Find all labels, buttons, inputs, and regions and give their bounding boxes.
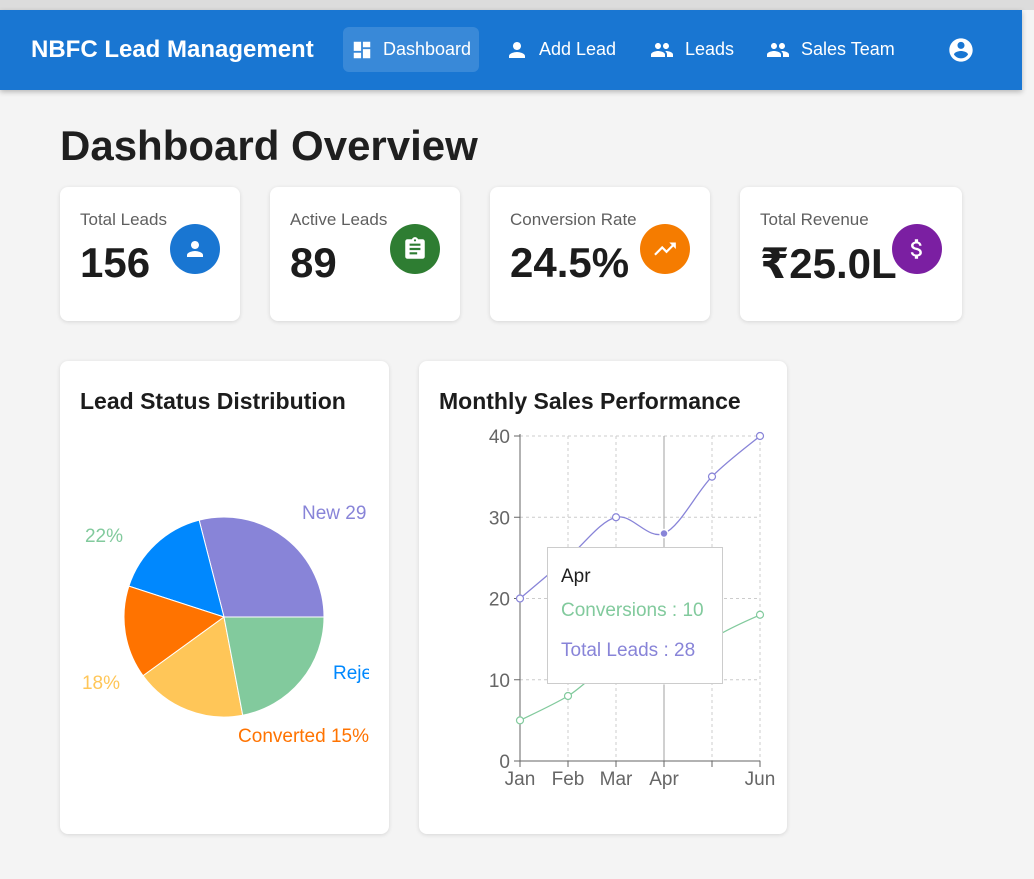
trending-up-icon <box>640 224 690 274</box>
window-top-strip <box>0 0 1034 10</box>
nav-sales-team-label: Sales Team <box>801 39 895 59</box>
dollar-icon <box>892 224 942 274</box>
pie-slice-label: Converted 15% <box>238 726 369 747</box>
stat-value: 156 <box>80 239 151 286</box>
sales-performance-chart-card: Monthly Sales Performance 0 10 20 30 40 Jan Fe… <box>419 361 787 834</box>
app-bar: NBFC Lead Management Dashboard Add Lead … <box>0 10 1022 90</box>
nav-add-lead[interactable]: Add Lead <box>505 27 616 72</box>
stat-value: ₹25.0L <box>760 240 897 287</box>
nav-leads[interactable]: Leads <box>649 27 734 72</box>
y-tick-label: 20 <box>489 590 510 611</box>
nav-add-lead-label: Add Lead <box>539 39 617 59</box>
person-icon <box>170 224 220 274</box>
tooltip-total-leads: Total Leads : 28 <box>561 640 696 661</box>
y-tick-label: 10 <box>489 671 510 692</box>
stat-label: Total Revenue <box>760 210 869 229</box>
x-tick-label: Apr <box>649 769 679 790</box>
data-point-total-leads[interactable] <box>611 513 621 522</box>
pie-slice-label: Reje <box>333 663 369 684</box>
clipboard-icon <box>390 224 440 274</box>
chart-title: Lead Status Distribution <box>80 388 346 414</box>
page-title: Dashboard Overview <box>60 122 478 169</box>
pie-slice-label: 22% <box>85 526 123 547</box>
data-point-total-leads[interactable] <box>515 594 525 603</box>
account-circle-icon <box>949 38 973 62</box>
data-point-total-leads[interactable] <box>755 431 765 441</box>
stat-label: Active Leads <box>290 210 388 229</box>
chart-title: Monthly Sales Performance <box>439 388 741 414</box>
pie-slice-label: New 29 <box>302 503 366 524</box>
nav-dashboard[interactable]: Dashboard <box>343 27 479 72</box>
stat-label: Conversion Rate <box>510 210 637 229</box>
stat-value: 24.5% <box>510 239 630 286</box>
stat-card-conversion-rate: Conversion Rate 24.5% <box>490 187 710 321</box>
account-button[interactable] <box>947 36 975 64</box>
y-tick-label: 30 <box>489 508 510 529</box>
stat-card-active-leads: Active Leads 89 <box>270 187 460 321</box>
app-title: NBFC Lead Management <box>31 36 314 63</box>
x-tick-label: Jan <box>505 769 536 790</box>
y-tick-label: 40 <box>489 427 510 448</box>
nav-leads-label: Leads <box>685 39 735 59</box>
stat-value: 89 <box>290 239 337 286</box>
tooltip-conversions: Conversions : 10 <box>561 600 704 621</box>
data-point-conversions[interactable] <box>515 716 525 725</box>
data-point-total-leads[interactable] <box>707 472 717 481</box>
dashboard-icon <box>353 41 371 58</box>
x-tick-label: Jun <box>745 769 776 790</box>
stat-label: Total Leads <box>80 210 167 229</box>
people-icon <box>767 42 789 57</box>
x-tick-label: Mar <box>600 769 633 790</box>
data-point-conversions[interactable] <box>755 610 765 619</box>
people-icon <box>651 42 673 57</box>
stat-card-total-leads: Total Leads 156 <box>60 187 240 321</box>
tooltip-title: Apr <box>561 566 591 587</box>
stat-card-total-revenue: Total Revenue ₹25.0L <box>740 187 962 321</box>
chart-tooltip: Apr Conversions : 10 Total Leads : 28 <box>547 547 723 684</box>
lead-status-chart-card: Lead Status Distribution New 29 Reje Conve… <box>60 361 389 834</box>
x-tick-label: Feb <box>552 769 585 790</box>
nav-dashboard-label: Dashboard <box>383 39 472 59</box>
data-point-conversions[interactable] <box>563 691 573 701</box>
data-point-total-leads[interactable] <box>659 528 669 539</box>
person-icon <box>509 41 525 58</box>
nav-sales-team[interactable]: Sales Team <box>765 27 895 72</box>
pie-slice-label: 18% <box>82 673 120 694</box>
pie-chart: New 29 Reje Converted 15% 18% 22% <box>82 503 369 747</box>
